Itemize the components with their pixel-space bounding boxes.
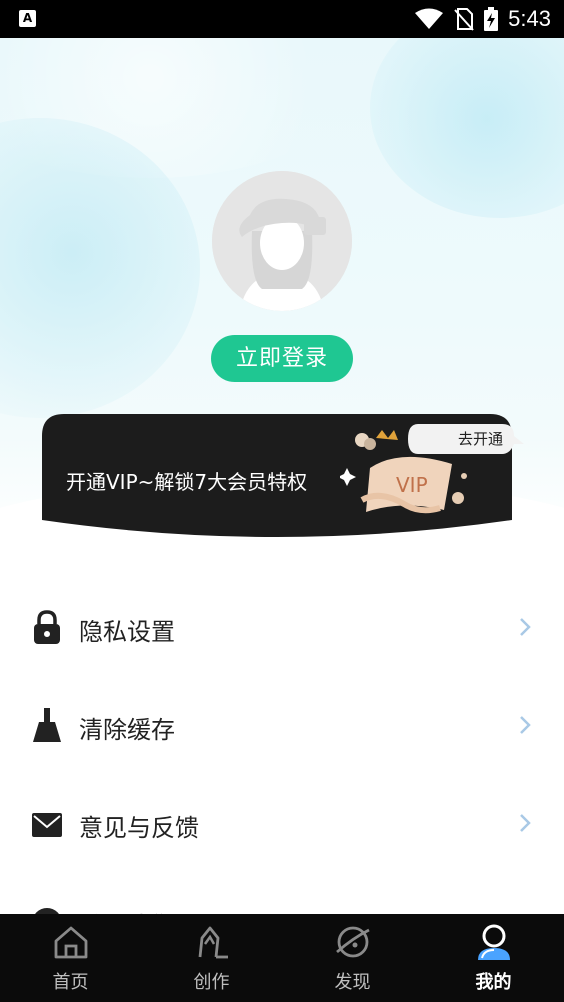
profile-icon (477, 924, 510, 960)
default-avatar-icon (212, 171, 352, 311)
vip-promo-text: 开通VIP~解锁7大会员特权 (66, 470, 308, 494)
status-time: 5:43 (508, 6, 551, 31)
bottom-tab-bar: 首页 创作 发现 我的 (0, 914, 564, 1002)
chevron-right-icon (520, 716, 531, 734)
tab-discover[interactable]: 发现 (282, 914, 423, 1002)
menu-label: 意见与反馈 (79, 814, 199, 842)
tab-mine[interactable]: 我的 (423, 914, 564, 1002)
menu-label: 隐私设置 (79, 618, 175, 646)
vip-badge-text: VIP (396, 473, 428, 497)
menu-label: 清除缓存 (79, 716, 175, 744)
wifi-icon (415, 8, 444, 29)
lock-icon (34, 610, 60, 644)
mail-icon (32, 813, 62, 837)
chevron-right-icon (520, 618, 531, 636)
menu-item-feedback[interactable]: 意见与反馈 (0, 774, 564, 872)
menu-item-privacy[interactable]: 隐私设置 (0, 578, 564, 676)
battery-charging-icon (484, 7, 499, 31)
home-icon (54, 926, 87, 959)
menu-item-clear-cache[interactable]: 清除缓存 (0, 676, 564, 774)
no-sim-icon (454, 8, 474, 31)
chevron-right-icon (520, 814, 531, 832)
vip-open-label: 去开通 (458, 430, 504, 448)
app-notification-icon: A (19, 10, 36, 27)
tab-home[interactable]: 首页 (0, 914, 141, 1002)
login-button[interactable]: 立即登录 (211, 335, 353, 382)
broom-icon (33, 708, 61, 742)
tab-create[interactable]: 创作 (141, 914, 282, 1002)
status-bar: A 5:43 (0, 0, 564, 38)
avatar[interactable] (212, 171, 352, 311)
tab-label: 发现 (334, 972, 371, 993)
create-icon (198, 926, 228, 959)
tab-label: 创作 (193, 972, 230, 993)
tab-label: 我的 (475, 972, 512, 993)
discover-icon (335, 926, 370, 958)
decor-bubble (370, 38, 564, 218)
tab-label: 首页 (52, 972, 89, 993)
